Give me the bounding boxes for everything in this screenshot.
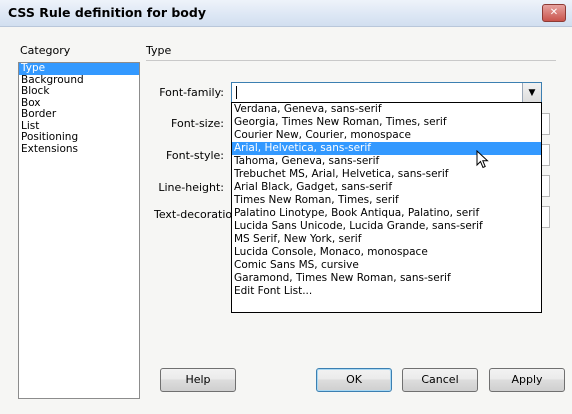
close-button[interactable]: ✕ — [542, 4, 566, 22]
close-icon: ✕ — [549, 7, 559, 18]
font-option[interactable]: Comic Sans MS, cursive — [232, 259, 541, 272]
text-decoration-label: Text-decoratio — [154, 208, 233, 221]
apply-button[interactable]: Apply — [489, 368, 565, 392]
font-option[interactable]: Garamond, Times New Roman, sans-serif — [232, 272, 541, 285]
font-option[interactable]: Arial Black, Gadget, sans-serif — [232, 181, 541, 194]
edit-font-list-option[interactable]: Edit Font List... — [232, 285, 541, 298]
font-option[interactable]: Lucida Sans Unicode, Lucida Grande, sans… — [232, 220, 541, 233]
font-style-label: Font-style: — [165, 149, 224, 162]
cancel-button[interactable]: Cancel — [402, 368, 478, 392]
title-bar: CSS Rule definition for body ✕ — [0, 0, 572, 27]
font-option[interactable]: Trebuchet MS, Arial, Helvetica, sans-ser… — [232, 168, 541, 181]
font-option-highlighted[interactable]: Arial, Helvetica, sans-serif — [232, 142, 541, 155]
font-option[interactable]: Lucida Console, Monaco, monospace — [232, 246, 541, 259]
line-height-label: Line-height: — [158, 181, 224, 194]
font-family-combo[interactable]: ▼ — [231, 82, 542, 104]
font-option[interactable]: Palatino Linotype, Book Antiqua, Palatin… — [232, 207, 541, 220]
type-heading: Type — [146, 44, 172, 57]
divider — [146, 60, 556, 61]
mouse-pointer-icon — [476, 150, 489, 169]
category-item-positioning[interactable]: Positioning — [19, 131, 139, 144]
font-option[interactable]: MS Serif, New York, serif — [232, 233, 541, 246]
font-option[interactable]: Times New Roman, Times, serif — [232, 194, 541, 207]
text-caret — [236, 86, 237, 99]
chevron-down-icon[interactable]: ▼ — [522, 83, 541, 103]
font-option[interactable]: Georgia, Times New Roman, Times, serif — [232, 116, 541, 129]
category-item-type[interactable]: Type — [19, 62, 139, 75]
font-option[interactable]: Tahoma, Geneva, sans-serif — [232, 155, 541, 168]
font-family-label: Font-family: — [159, 86, 224, 99]
ok-button[interactable]: OK — [316, 368, 392, 392]
font-size-label: Font-size: — [171, 117, 224, 130]
dialog-title: CSS Rule definition for body — [8, 5, 206, 20]
font-family-dropdown[interactable]: Verdana, Geneva, sans-serif Georgia, Tim… — [231, 102, 542, 313]
font-option[interactable]: Courier New, Courier, monospace — [232, 129, 541, 142]
font-option[interactable]: Verdana, Geneva, sans-serif — [232, 103, 541, 116]
category-label: Category — [20, 44, 71, 57]
help-button[interactable]: Help — [160, 368, 236, 392]
category-list[interactable]: Type Background Block Box Border List Po… — [18, 62, 140, 399]
